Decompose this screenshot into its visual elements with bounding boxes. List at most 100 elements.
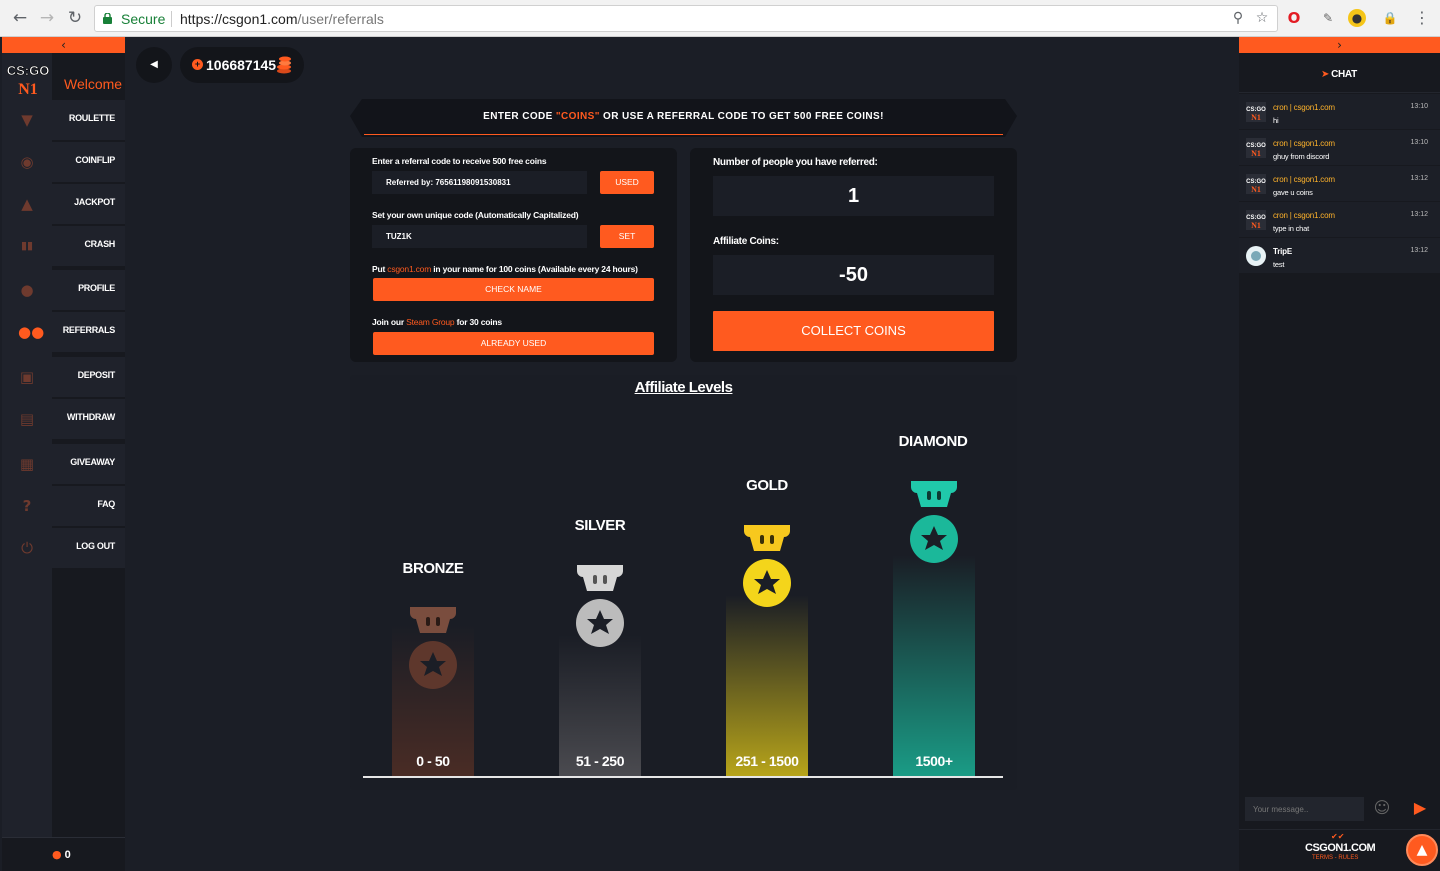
- avatar[interactable]: [1246, 246, 1266, 266]
- avatar[interactable]: CS:GON1: [1246, 138, 1266, 158]
- referral-code-value: Referred by: 76561198091530831: [386, 178, 511, 187]
- chat-text: ghuy from discord: [1273, 152, 1330, 161]
- url-host: https://csgon1.com: [180, 11, 298, 27]
- chat-username[interactable]: cron | csgon1.com: [1273, 139, 1335, 148]
- sidebar-item-profile[interactable]: PROFILE: [52, 270, 125, 310]
- name-label-prefix: Put: [372, 264, 388, 274]
- add-coins-icon[interactable]: +: [192, 59, 203, 70]
- collect-coins-button[interactable]: COLLECT COINS: [713, 311, 994, 351]
- social-icons[interactable]: ✔✔: [1331, 832, 1344, 841]
- chat-username[interactable]: cron | csgon1.com: [1273, 175, 1335, 184]
- sidebar-item-jackpot[interactable]: JACKPOT: [52, 184, 125, 224]
- sidebar-item-label: DEPOSIT: [77, 370, 116, 380]
- banner-code: "COINS": [555, 111, 600, 122]
- zoom-icon[interactable]: ⚲: [1229, 10, 1247, 28]
- url-text[interactable]: https://csgon1.com/user/referrals: [180, 11, 384, 27]
- affiliate-coins-label: Affiliate Coins:: [713, 236, 779, 247]
- chat-username[interactable]: cron | csgon1.com: [1273, 211, 1335, 220]
- menu-dots-icon[interactable]: ⋮: [1412, 8, 1432, 28]
- chat-collapse-bar[interactable]: ›: [1239, 37, 1440, 53]
- deposit-icon[interactable]: ▣: [18, 368, 36, 386]
- sidebar-item-faq[interactable]: FAQ: [52, 486, 125, 526]
- svg-text:N1: N1: [1251, 149, 1261, 158]
- logo-text: CS:GO: [7, 63, 50, 78]
- power-icon[interactable]: ⏻: [18, 539, 36, 557]
- sidebar-item-label: COINFLIP: [75, 155, 115, 165]
- affiliate-coins-value: -50: [713, 255, 994, 295]
- silver-medal-icon: [576, 565, 624, 647]
- user-icon[interactable]: ●: [18, 281, 36, 299]
- avatar[interactable]: CS:GON1: [1246, 174, 1266, 194]
- avatar[interactable]: CS:GON1: [1246, 210, 1266, 230]
- sidebar: CS:GO N1 Welcome ▼ ROULETTE ◉ COINFLIP ▲…: [2, 53, 125, 871]
- gold-level-bar: 251 - 1500: [726, 595, 808, 777]
- steam-group-link[interactable]: Steam Group: [406, 317, 455, 327]
- question-icon[interactable]: ?: [18, 497, 36, 515]
- sound-toggle-button[interactable]: ◀: [136, 47, 172, 83]
- site-logo[interactable]: CS:GO N1: [6, 61, 50, 97]
- steam-group-label: Join our Steam Group for 30 coins: [372, 317, 502, 327]
- money-bag-icon[interactable]: ▲: [18, 195, 36, 213]
- footer-brand: CSGON1.COM: [1305, 842, 1376, 854]
- coin-icon[interactable]: ◉: [18, 153, 36, 171]
- gift-icon[interactable]: ▦: [18, 455, 36, 473]
- sidebar-item-label: LOG OUT: [76, 541, 115, 551]
- sidebar-item-deposit[interactable]: DEPOSIT: [52, 357, 125, 397]
- sidebar-item-giveaway[interactable]: GIVEAWAY: [52, 444, 125, 484]
- set-code-button[interactable]: SET: [600, 225, 654, 248]
- referred-count-value: 1: [713, 176, 994, 216]
- hat-icon[interactable]: ▼: [18, 111, 36, 129]
- extension-shield-icon[interactable]: ●: [1348, 9, 1366, 27]
- own-code-input[interactable]: TUZ1K: [372, 225, 587, 248]
- users-icon[interactable]: ●●: [18, 323, 44, 341]
- steam-label-prefix: Join our: [372, 317, 407, 327]
- name-bonus-label: Put csgon1.com in your name for 100 coin…: [372, 264, 638, 274]
- back-icon[interactable]: ←: [10, 8, 30, 28]
- footer-links[interactable]: TERMS - RULES: [1312, 855, 1358, 861]
- emoji-icon[interactable]: ☺: [1373, 799, 1391, 817]
- check-name-button[interactable]: CHECK NAME: [373, 278, 654, 301]
- extension-lock-icon[interactable]: 🔒: [1380, 8, 1400, 28]
- gold-level-name: GOLD: [746, 477, 788, 494]
- avatar[interactable]: CS:GON1: [1246, 102, 1266, 122]
- sidebar-item-roulette[interactable]: ROULETTE: [52, 100, 125, 140]
- chat-time: 13:12: [1410, 247, 1428, 254]
- chat-username[interactable]: cron | csgon1.com: [1273, 103, 1335, 112]
- already-used-button[interactable]: ALREADY USED: [373, 332, 654, 355]
- chat-time: 13:12: [1410, 175, 1428, 182]
- eyedropper-icon[interactable]: ✎: [1318, 8, 1338, 28]
- sidebar-item-crash[interactable]: CRASH: [52, 226, 125, 266]
- send-icon[interactable]: ▶: [1411, 799, 1429, 817]
- svg-text:N1: N1: [1251, 113, 1261, 122]
- chat-text: type in chat: [1273, 224, 1309, 233]
- chat-username[interactable]: TripE: [1273, 247, 1292, 256]
- omnibox-divider: [171, 11, 172, 27]
- logo-mark: N1: [18, 81, 38, 97]
- reload-icon[interactable]: ↻: [65, 8, 85, 28]
- used-button[interactable]: USED: [600, 171, 654, 194]
- forward-icon[interactable]: →: [37, 8, 57, 28]
- chart-icon[interactable]: ▮▮: [18, 237, 36, 255]
- address-bar[interactable]: Secure https://csgon1.com/user/referrals…: [94, 5, 1278, 32]
- sidebar-item-withdraw[interactable]: WITHDRAW: [52, 399, 125, 439]
- sidebar-collapse-bar[interactable]: ‹: [2, 37, 125, 53]
- online-count-value: 0: [64, 849, 71, 861]
- steam-label-suffix: for 30 coins: [454, 317, 503, 327]
- affiliate-stats-panel: Number of people you have referred: 1 Af…: [690, 148, 1017, 362]
- chat-message-input[interactable]: [1245, 797, 1364, 821]
- referral-code-input[interactable]: Referred by: 76561198091530831: [372, 171, 587, 194]
- chat-panel: ➤ CHAT CS:GO N1 cron | csgon1.com hi 13:10…: [1239, 53, 1440, 871]
- opera-icon[interactable]: O: [1284, 8, 1304, 28]
- sidebar-item-logout[interactable]: LOG OUT: [52, 528, 125, 568]
- chat-text: gave u coins: [1273, 188, 1313, 197]
- bookmark-star-icon[interactable]: ☆: [1253, 10, 1271, 28]
- cart-icon[interactable]: ▤: [18, 410, 36, 428]
- coins-icon: [277, 56, 291, 74]
- gold-range: 251 - 1500: [735, 753, 799, 769]
- sidebar-item-coinflip[interactable]: COINFLIP: [52, 142, 125, 182]
- bell-icon[interactable]: ▲: [1406, 834, 1438, 866]
- sidebar-item-referrals[interactable]: REFERRALS: [52, 312, 125, 352]
- sidebar-item-label: FAQ: [97, 499, 115, 509]
- chat-message: CS:GO N1 cron | csgon1.com type in chat 1…: [1239, 202, 1440, 237]
- sidebar-item-label: ROULETTE: [68, 113, 115, 123]
